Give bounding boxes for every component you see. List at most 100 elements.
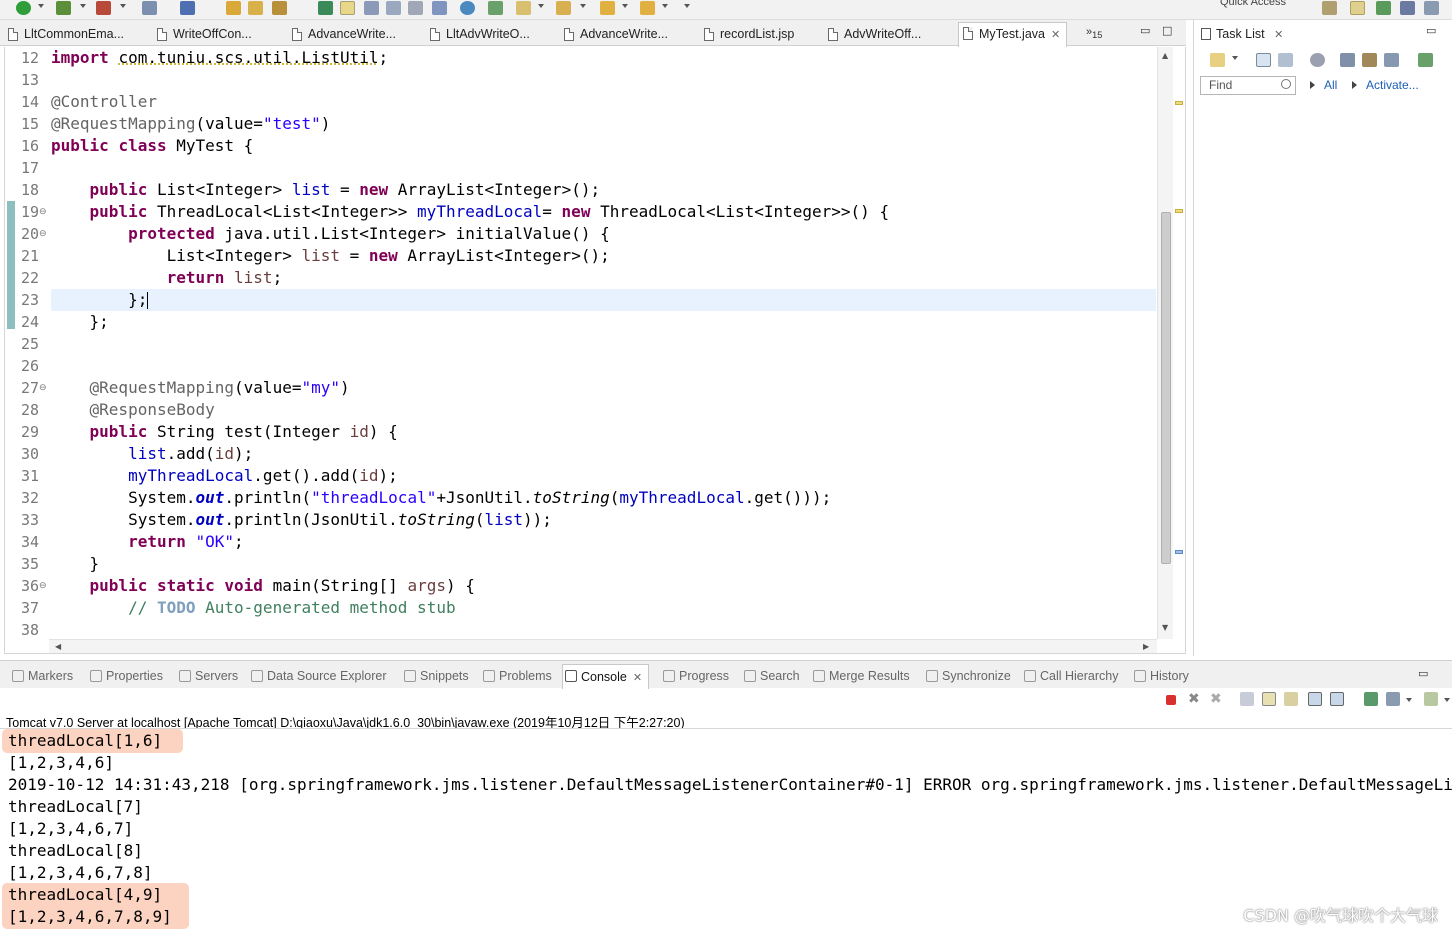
close-console-icon[interactable]: ✕ <box>633 672 642 684</box>
tab-markers[interactable]: Markers <box>10 667 73 687</box>
debug-icon[interactable] <box>56 1 71 15</box>
editor-tab-active[interactable]: MyTest.java ✕ <box>958 22 1068 47</box>
external-tools-icon[interactable] <box>96 1 111 15</box>
run-dropdown-icon[interactable] <box>38 4 44 8</box>
editor-tab[interactable]: AdvWriteOff... <box>824 24 921 46</box>
categorized-icon[interactable] <box>1256 53 1271 67</box>
tab-problems[interactable]: Problems <box>481 667 552 687</box>
tab-call-hierarchy[interactable]: Call Hierarchy <box>1022 667 1119 687</box>
editor-tab[interactable]: LltAdvWriteO... <box>426 24 530 46</box>
fold-toggle-icon[interactable]: ⊖ <box>39 377 48 399</box>
close-tab-icon[interactable]: ✕ <box>1051 29 1060 41</box>
expand-all-icon[interactable] <box>1384 53 1399 67</box>
code-area[interactable]: import com.tuniu.scs.util.ListUtil; @Con… <box>51 47 1156 639</box>
editor-tab[interactable]: AdvanceWrite... <box>288 24 396 46</box>
team-perspective-icon[interactable] <box>1400 1 1415 15</box>
quick-access-field[interactable]: Quick Access <box>1220 0 1286 8</box>
scroll-lock-icon[interactable] <box>1262 692 1276 706</box>
editor-horizontal-scrollbar[interactable]: ◀ ▶ <box>49 639 1157 653</box>
forward-icon[interactable] <box>640 1 655 15</box>
bottom-minimize-icon[interactable]: ▭ <box>1418 667 1428 680</box>
task-list-tab[interactable]: Task List ✕ <box>1198 24 1283 46</box>
next-annotation-icon[interactable] <box>318 1 333 15</box>
tab-synchronize[interactable]: Synchronize <box>924 667 1011 687</box>
fold-toggle-icon[interactable]: ⊖ <box>39 223 48 245</box>
hide-completed-icon[interactable] <box>1340 53 1355 67</box>
new-java-project-icon[interactable] <box>142 1 157 15</box>
fold-toggle-icon[interactable]: ⊖ <box>39 201 48 223</box>
activate-task-link[interactable]: Activate... <box>1366 78 1419 92</box>
close-task-list-icon[interactable]: ✕ <box>1274 29 1283 41</box>
new-package-icon[interactable] <box>180 1 195 15</box>
deploy-icon[interactable] <box>488 1 503 15</box>
word-wrap-icon[interactable] <box>1284 692 1298 706</box>
last-edit-location-icon[interactable] <box>556 1 571 15</box>
open-console-icon[interactable] <box>1424 692 1438 706</box>
java-ee-perspective-icon[interactable] <box>1350 1 1365 15</box>
synchronize-tasks-icon[interactable] <box>1418 53 1433 67</box>
focus-workweek-icon[interactable] <box>1310 53 1325 67</box>
scroll-up-arrow-icon[interactable]: ▲ <box>1162 51 1168 60</box>
tab-overflow-button[interactable]: »15 <box>1086 26 1102 40</box>
new-task-icon[interactable] <box>1210 53 1225 67</box>
editor-tab[interactable]: recordList.jsp <box>700 24 794 46</box>
back-icon[interactable] <box>600 1 615 15</box>
editor-tab[interactable]: LltCommonEma... <box>4 24 124 46</box>
tab-merge-results[interactable]: Merge Results <box>811 667 910 687</box>
open-folder-icon[interactable] <box>226 1 241 15</box>
editor-vertical-scrollbar[interactable]: ▲ ▼ <box>1157 47 1173 639</box>
collapse-all-icon[interactable] <box>1362 53 1377 67</box>
expand-arrow-icon[interactable] <box>1352 81 1357 89</box>
terminate-icon[interactable] <box>1166 695 1176 705</box>
toggle-mark-icon[interactable] <box>340 1 355 15</box>
next-edit-location-icon[interactable] <box>516 1 531 15</box>
open-console-dropdown-icon[interactable] <box>1444 698 1450 702</box>
toolbar-more-icon[interactable] <box>684 4 690 8</box>
show-whitespace-icon[interactable] <box>408 1 423 15</box>
globe-icon[interactable] <box>460 1 475 15</box>
tab-servers[interactable]: Servers <box>177 667 238 687</box>
scroll-right-arrow-icon[interactable]: ▶ <box>1143 642 1149 651</box>
tab-data-source-explorer[interactable]: Data Source Explorer <box>249 667 387 687</box>
open-file-icon[interactable] <box>248 1 263 15</box>
scheduled-icon[interactable] <box>1278 53 1293 67</box>
warning-marker[interactable] <box>1175 209 1183 213</box>
debug-perspective-icon[interactable] <box>1376 1 1391 15</box>
pin-console-icon[interactable] <box>1364 692 1378 706</box>
minimize-icon[interactable]: ▭ <box>1140 24 1150 37</box>
scroll-left-arrow-icon[interactable]: ◀ <box>55 642 61 651</box>
display-console-icon[interactable] <box>1386 692 1400 706</box>
editor-tab[interactable]: AdvanceWrite... <box>560 24 668 46</box>
block-selection-icon[interactable] <box>432 1 447 15</box>
tab-snippets[interactable]: Snippets <box>402 667 469 687</box>
next-edit-dropdown-icon[interactable] <box>538 4 544 8</box>
java-perspective-icon[interactable] <box>1424 1 1439 15</box>
clear-console-icon[interactable] <box>1240 692 1254 706</box>
remove-all-terminated-icon[interactable]: ✖ <box>1210 692 1224 706</box>
warning-marker[interactable] <box>1175 101 1183 105</box>
open-perspective-icon[interactable] <box>1322 1 1337 15</box>
debug-dropdown-icon[interactable] <box>80 4 86 8</box>
show-on-stdout-icon[interactable] <box>1308 692 1322 706</box>
scroll-down-arrow-icon[interactable]: ▼ <box>1162 623 1168 632</box>
task-list-minimize-icon[interactable]: ▭ <box>1426 24 1436 37</box>
overview-ruler[interactable] <box>1173 47 1185 639</box>
remove-launch-icon[interactable]: ✖ <box>1188 692 1202 706</box>
task-find-input[interactable]: Find <box>1200 76 1296 95</box>
show-on-stderr-icon[interactable] <box>1330 692 1344 706</box>
run-icon[interactable] <box>16 1 31 15</box>
new-task-dropdown-icon[interactable] <box>1232 56 1238 60</box>
toggle-breadcrumb-icon[interactable] <box>386 1 401 15</box>
pin-editor-icon[interactable] <box>364 1 379 15</box>
fold-toggle-icon[interactable]: ⊖ <box>39 575 48 597</box>
forward-dropdown-icon[interactable] <box>662 4 668 8</box>
console-output[interactable]: threadLocal[1,6] [1,2,3,4,6] 2019-10-12 … <box>0 728 1452 933</box>
external-tools-dropdown-icon[interactable] <box>120 4 126 8</box>
expand-arrow-icon[interactable] <box>1310 81 1315 89</box>
code-editor[interactable]: 12 13 14 15 16 17 18 19 ⊖ 20 ⊖ 21 22 23 24 25 26 27 ⊖ 28 29 3… <box>4 47 1186 654</box>
last-edit-dropdown-icon[interactable] <box>580 4 586 8</box>
filter-all-link[interactable]: All <box>1324 78 1337 92</box>
tab-search[interactable]: Search <box>742 667 800 687</box>
search-tool-icon[interactable] <box>272 1 287 15</box>
tab-console[interactable]: Console ✕ <box>562 664 650 689</box>
